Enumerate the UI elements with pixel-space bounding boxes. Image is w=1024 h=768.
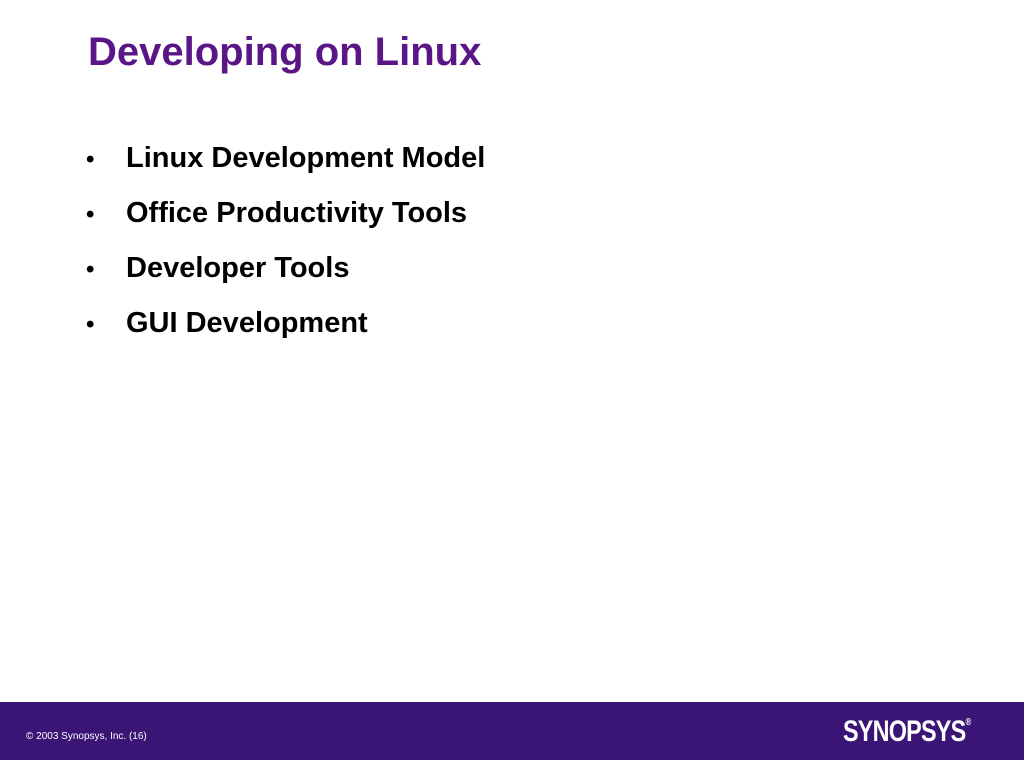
bullet-dot-icon: • xyxy=(86,311,95,338)
bullet-item: • GUI Development xyxy=(86,307,485,362)
bullet-text: GUI Development xyxy=(126,307,368,339)
registered-mark: ® xyxy=(965,717,971,728)
bullet-dot-icon: • xyxy=(86,256,95,283)
copyright-text: © 2003 Synopsys, Inc. (16) xyxy=(26,731,147,742)
footer-bar: © 2003 Synopsys, Inc. (16) SYNOPSYS® xyxy=(0,702,1024,760)
bullet-item: • Linux Development Model xyxy=(86,142,485,197)
synopsys-logo: SYNOPSYS® xyxy=(842,715,971,749)
bullet-text: Office Productivity Tools xyxy=(126,197,468,229)
bullet-dot-icon: • xyxy=(86,201,95,228)
bullet-text: Developer Tools xyxy=(126,252,350,284)
slide-title: Developing on Linux xyxy=(88,30,482,74)
bullet-item: • Office Productivity Tools xyxy=(86,197,485,252)
logo-text: SYNOPSYS xyxy=(842,715,966,748)
bullet-text: Linux Development Model xyxy=(126,142,486,174)
bullet-dot-icon: • xyxy=(86,146,95,173)
bullet-list: • Linux Development Model • Office Produ… xyxy=(86,142,485,362)
bullet-item: • Developer Tools xyxy=(86,252,485,307)
